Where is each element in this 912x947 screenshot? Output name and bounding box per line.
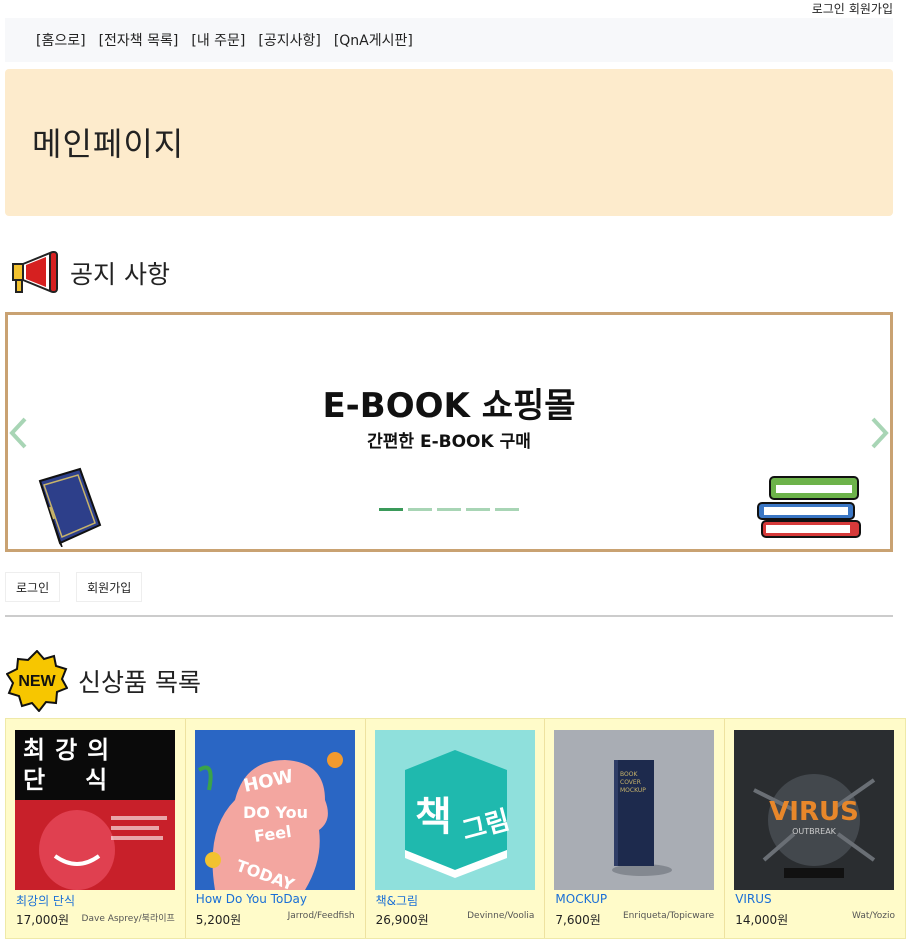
notice-carousel: E-BOOK 쇼핑몰 간편한 E-BOOK 구매 <box>5 312 893 552</box>
notice-heading: 공지 사항 <box>70 260 170 289</box>
product-card[interactable]: 책 그림 책&그림 26,900원 Devinne/Voolia <box>366 719 546 938</box>
product-name[interactable]: 최강의 단식 <box>16 892 75 909</box>
section-divider <box>5 615 893 617</box>
nav-home[interactable]: [홈으로] <box>36 30 86 50</box>
hero-banner: 메인페이지 <box>5 69 893 216</box>
product-author: Wat/Yozio <box>852 911 895 921</box>
svg-text:VIRUS: VIRUS <box>769 797 859 827</box>
product-name[interactable]: MOCKUP <box>555 892 607 906</box>
svg-text:MOCKUP: MOCKUP <box>620 787 646 794</box>
product-price: 7,600원 <box>555 913 601 927</box>
product-cover-image: BOOK COVER MOCKUP <box>554 730 715 890</box>
product-price: 17,000원 <box>16 913 70 927</box>
carousel-next-icon[interactable] <box>868 415 890 451</box>
book-stack-icon <box>757 476 861 538</box>
main-navbar: [홈으로] [전자책 목록] [내 주문] [공지사항] [QnA게시판] <box>5 18 893 62</box>
svg-text:OUTBREAK: OUTBREAK <box>792 827 837 836</box>
megaphone-icon <box>12 251 58 293</box>
top-login-link[interactable]: 로그인 <box>812 0 845 18</box>
product-price: 5,200원 <box>195 913 242 927</box>
nav-my-orders[interactable]: [내 주문] <box>191 30 245 50</box>
nav-qna-board[interactable]: [QnA게시판] <box>334 30 413 50</box>
product-cover-image: 책 그림 <box>374 730 535 890</box>
product-price: 26,900원 <box>375 913 429 927</box>
svg-text:단식: 단식 <box>23 766 147 794</box>
top-links: 로그인 회원가입 <box>812 0 893 18</box>
auth-buttons: 로그인 회원가입 <box>5 572 143 602</box>
carousel-indicator-1[interactable] <box>379 508 403 511</box>
carousel-prev-icon[interactable] <box>8 415 30 451</box>
product-author: Jarrod/Feedfish <box>287 911 355 921</box>
page-title: 메인페이지 <box>32 125 185 163</box>
product-cover-image: VIRUS OUTBREAK <box>734 730 895 890</box>
top-signup-link[interactable]: 회원가입 <box>849 0 893 18</box>
product-name[interactable]: 책&그림 <box>376 892 418 909</box>
carousel-indicators <box>379 508 519 511</box>
product-card[interactable]: 최강의 단식 최강의 단식 17,000원 Dave Asprey/북라이프 <box>6 719 186 938</box>
product-name[interactable]: VIRUS <box>735 892 772 906</box>
signup-button[interactable]: 회원가입 <box>76 572 143 602</box>
closed-book-icon <box>38 467 102 547</box>
svg-text:COVER: COVER <box>620 779 641 786</box>
new-products-heading: 신상품 목록 <box>78 668 201 697</box>
new-badge-icon: NEW <box>6 650 68 712</box>
product-card[interactable]: BOOK COVER MOCKUP MOCKUP 7,600원 Enriquet… <box>545 719 726 938</box>
product-author: Devinne/Voolia <box>467 911 535 921</box>
carousel-indicator-5[interactable] <box>495 508 519 511</box>
product-name[interactable]: How Do You ToDay <box>196 892 307 906</box>
product-card[interactable]: VIRUS OUTBREAK VIRUS 14,000원 Wat/Yozio <box>725 719 905 938</box>
notice-section-header: 공지 사항 <box>10 250 170 296</box>
product-author: Enriqueta/Topicware <box>623 911 715 921</box>
svg-text:BOOK: BOOK <box>620 771 638 778</box>
new-products-header: NEW 신상품 목록 <box>6 650 201 712</box>
product-card[interactable]: HOW DO You Feel TODAY How Do You ToDay 5… <box>186 719 366 938</box>
nav-notices[interactable]: [공지사항] <box>258 30 320 50</box>
carousel-indicator-4[interactable] <box>466 508 490 511</box>
product-cover-image: HOW DO You Feel TODAY <box>194 730 355 890</box>
login-button[interactable]: 로그인 <box>5 572 61 602</box>
svg-text:최강의: 최강의 <box>23 736 119 764</box>
product-price: 14,000원 <box>735 913 789 927</box>
svg-text:DO You: DO You <box>243 803 308 822</box>
carousel-indicator-2[interactable] <box>408 508 432 511</box>
product-author: Dave Asprey/북라이프 <box>81 914 175 924</box>
carousel-subtitle: 간편한 E-BOOK 구매 <box>367 432 531 452</box>
product-list: 최강의 단식 최강의 단식 17,000원 Dave Asprey/북라이프 H… <box>5 718 906 939</box>
carousel-title: E-BOOK 쇼핑몰 <box>322 386 576 426</box>
nav-ebook-list[interactable]: [전자책 목록] <box>99 30 179 50</box>
product-cover-image: 최강의 단식 <box>15 730 175 890</box>
carousel-indicator-3[interactable] <box>437 508 461 511</box>
new-badge-text: NEW <box>18 673 56 690</box>
svg-text:책: 책 <box>415 794 452 840</box>
